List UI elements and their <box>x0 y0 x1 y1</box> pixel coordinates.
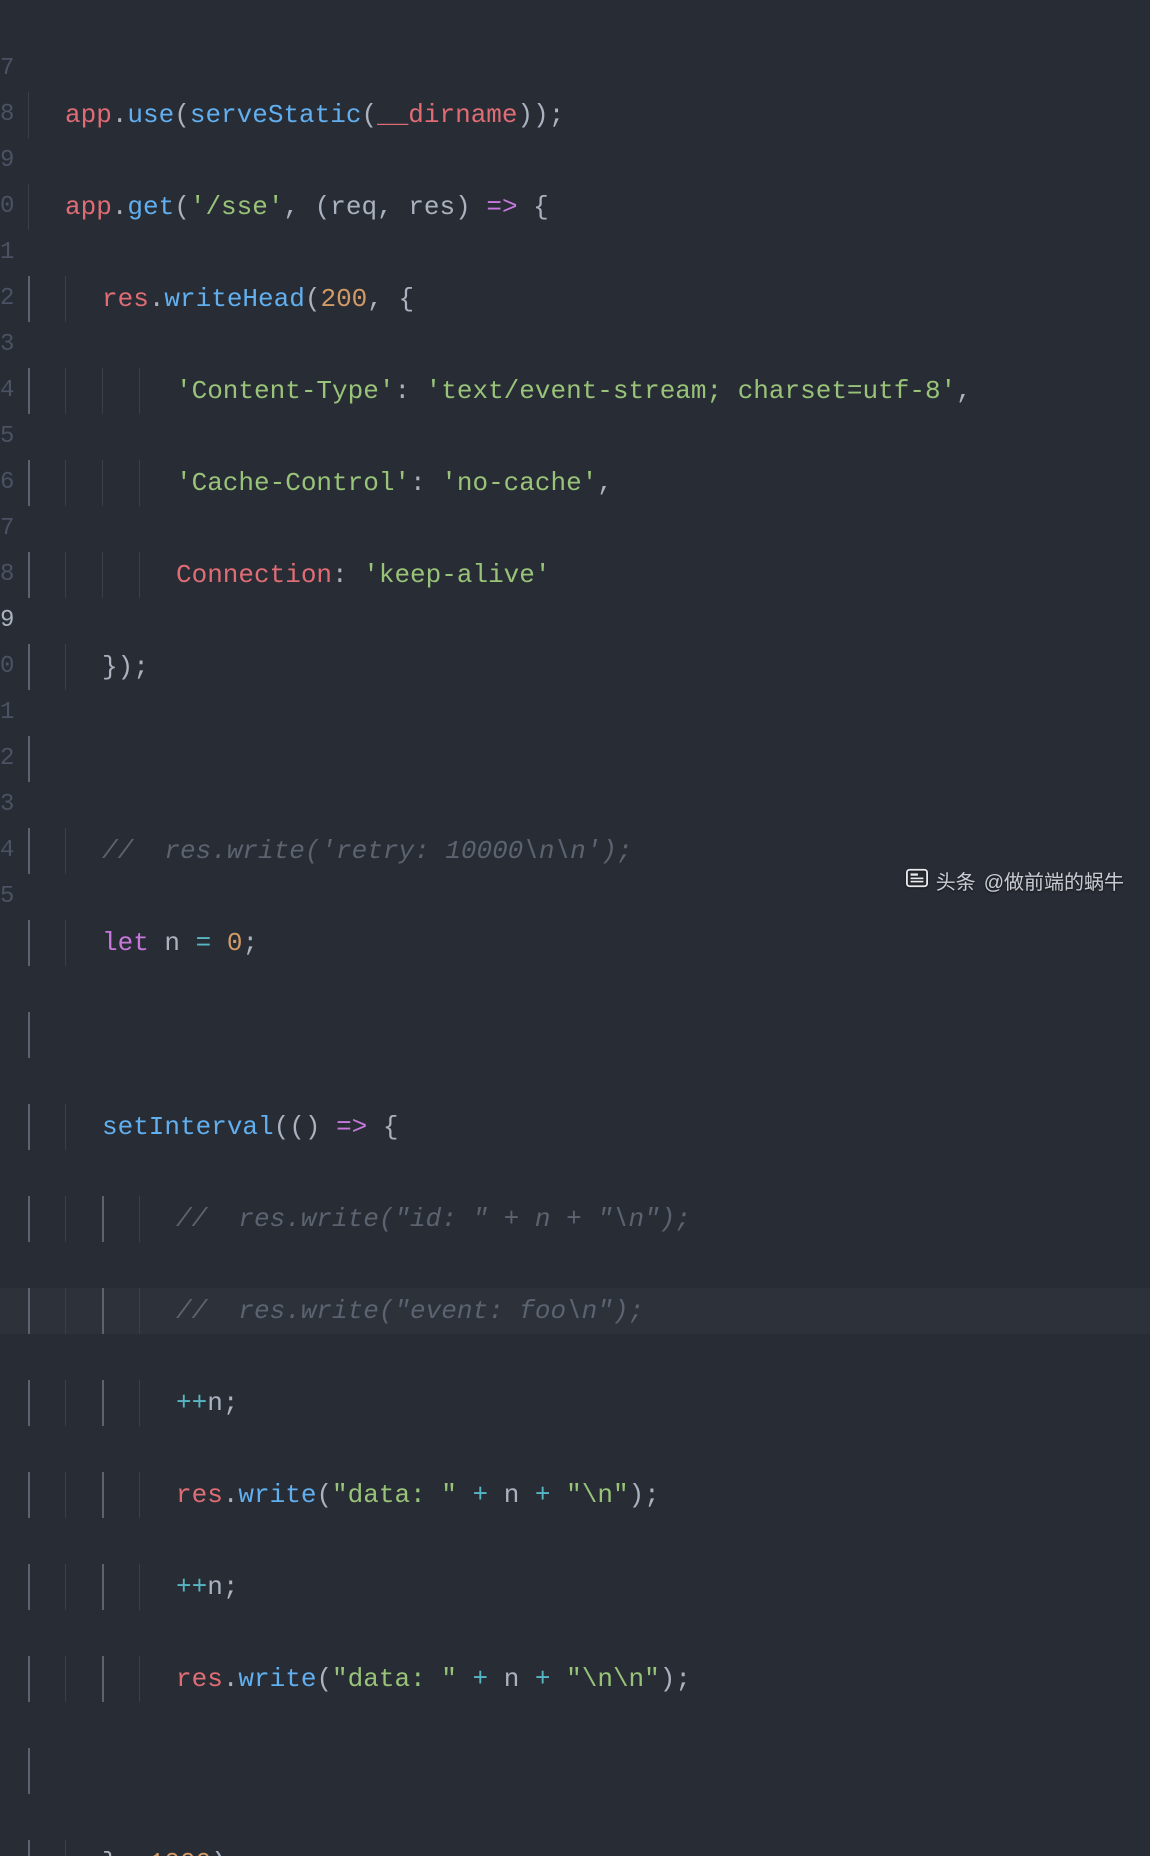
code-line: ++n; <box>28 1564 1150 1610</box>
code-line <box>28 1012 1150 1058</box>
code-line: let n = 0; <box>28 920 1150 966</box>
watermark-prefix: 头条 <box>936 860 976 906</box>
code-line: app.use(serveStatic(__dirname)); <box>28 92 1150 138</box>
code-line: ++n; <box>28 1380 1150 1426</box>
code-line-active: // res.write("event: foo\n"); <box>28 1288 1150 1334</box>
code-line: 'Content-Type': 'text/event-stream; char… <box>28 368 1150 414</box>
watermark-handle: @做前端的蜗牛 <box>984 860 1124 906</box>
code-line: app.get('/sse', (req, res) => { <box>28 184 1150 230</box>
code-line: // res.write("id: " + n + "\n"); <box>28 1196 1150 1242</box>
code-line: res.writeHead(200, { <box>28 276 1150 322</box>
code-line: 'Cache-Control': 'no-cache', <box>28 460 1150 506</box>
code-line <box>28 1748 1150 1794</box>
watermark: 头条 @做前端的蜗牛 <box>906 860 1124 906</box>
code-area[interactable]: app.use(serveStatic(__dirname)); app.get… <box>18 0 1150 928</box>
code-line: setInterval(() => { <box>28 1104 1150 1150</box>
code-line <box>28 736 1150 782</box>
code-editor[interactable]: 78901234567890123456 app.use(serveStatic… <box>0 0 1150 928</box>
toutiao-icon <box>906 860 928 906</box>
code-line: }); <box>28 644 1150 690</box>
code-line: }, 1000); <box>28 1840 1150 1856</box>
code-line: res.write("data: " + n + "\n"); <box>28 1472 1150 1518</box>
code-line: res.write("data: " + n + "\n\n"); <box>28 1656 1150 1702</box>
code-line: Connection: 'keep-alive' <box>28 552 1150 598</box>
line-number-gutter: 78901234567890123456 <box>0 0 18 928</box>
